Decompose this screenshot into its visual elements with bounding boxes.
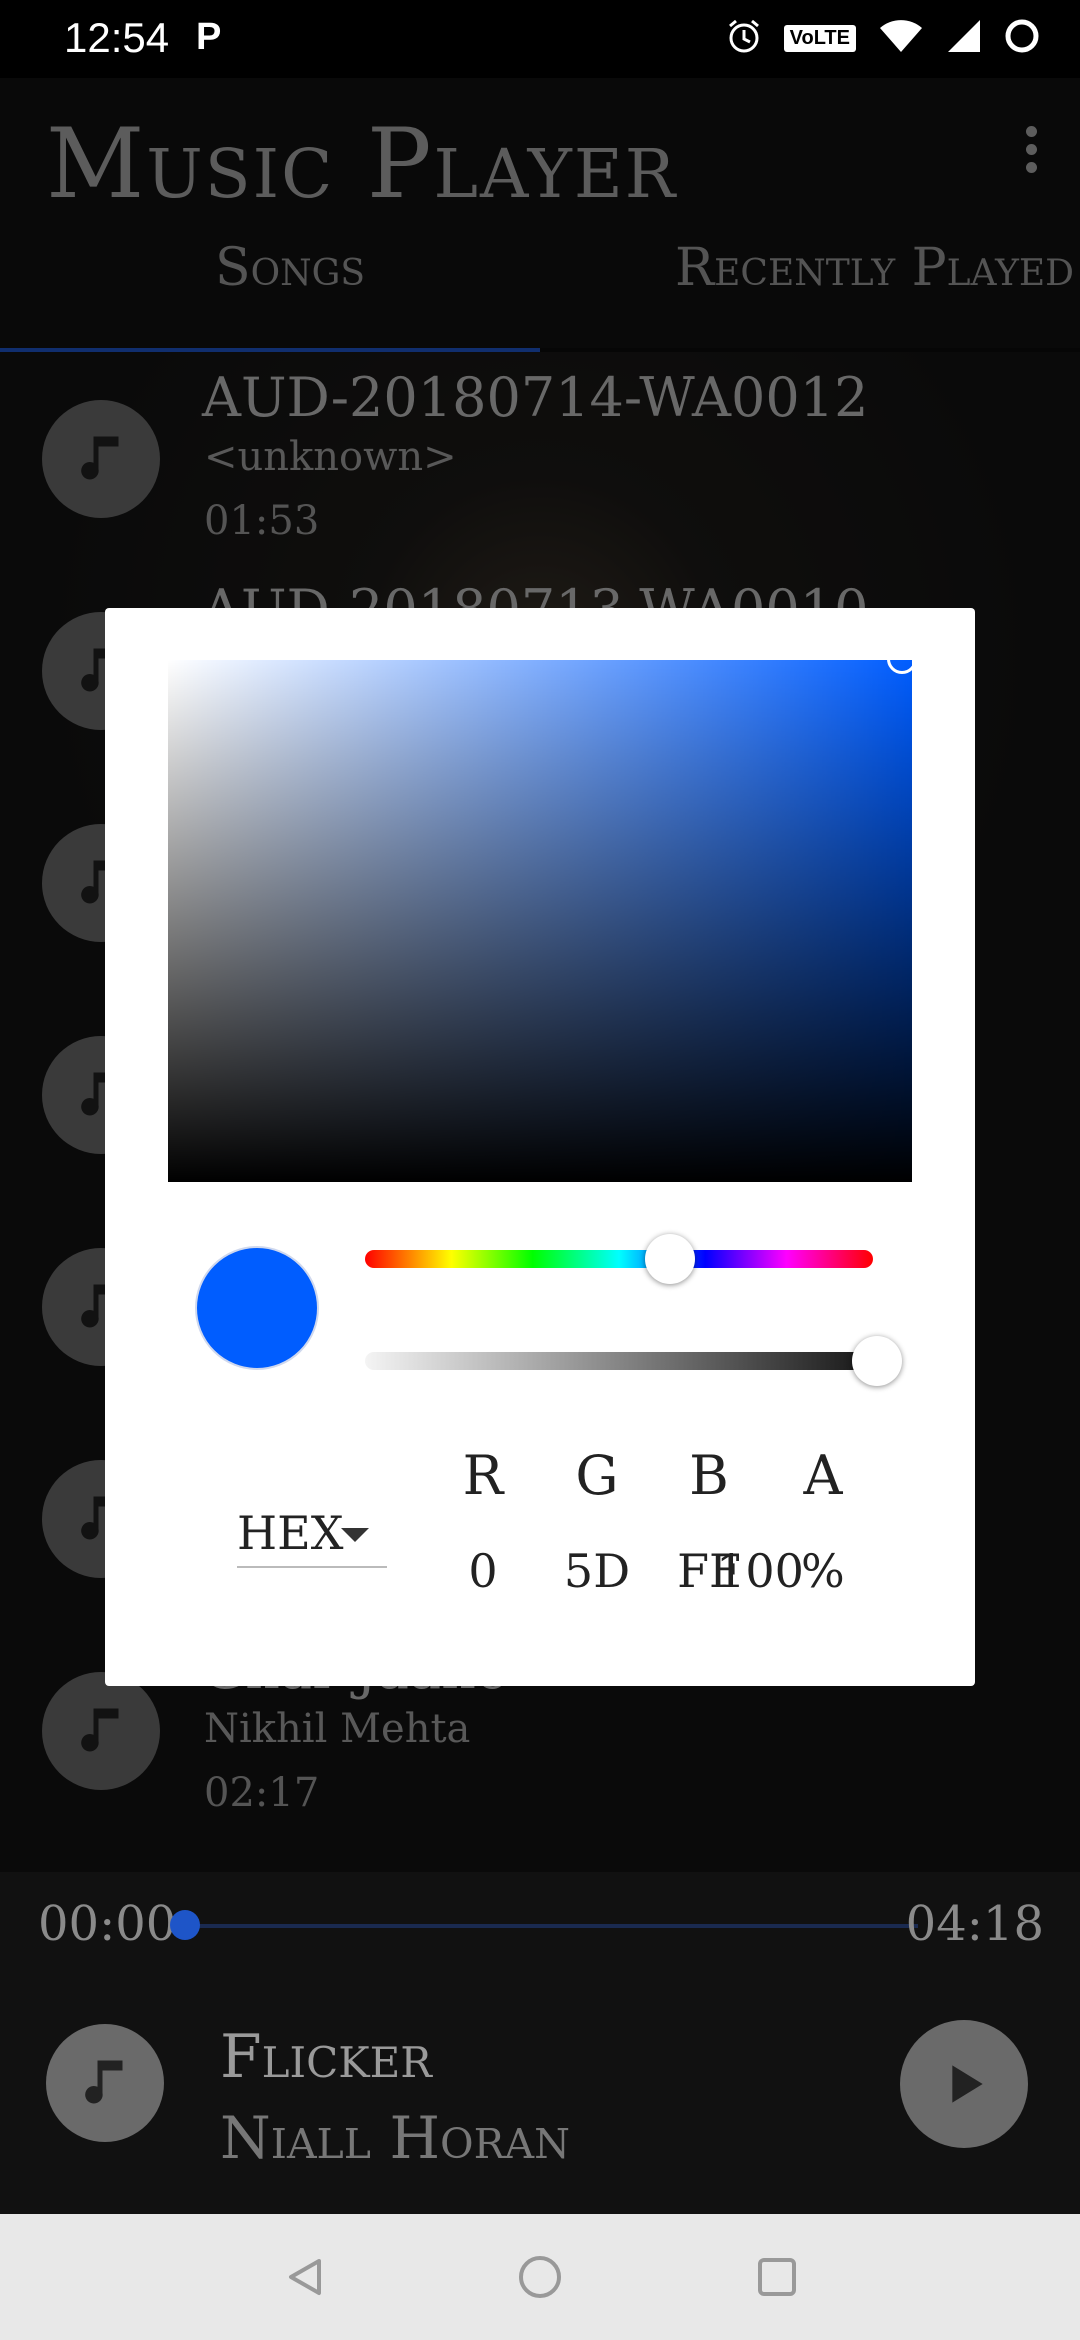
- channel-label-b: B: [689, 1444, 729, 1507]
- color-picker-dialog: HEX R G B A 0 5D FF 100 %: [105, 608, 975, 1686]
- recents-icon[interactable]: [752, 2252, 802, 2302]
- saturation-value-picker[interactable]: [168, 660, 912, 1182]
- alpha-slider[interactable]: [365, 1352, 885, 1370]
- channel-label-r: R: [462, 1444, 504, 1507]
- sv-thumb[interactable]: [887, 644, 917, 674]
- track-length: 04:18: [905, 1896, 1044, 1952]
- battery-icon: [1004, 18, 1040, 58]
- playback-position: 00:00: [38, 1896, 177, 1952]
- volte-icon: VoLTE: [783, 24, 856, 52]
- wifi-icon: [878, 18, 924, 58]
- hue-slider-thumb[interactable]: [644, 1234, 695, 1284]
- status-icons: VoLTE: [726, 18, 1040, 58]
- channel-value-r[interactable]: 0: [438, 1544, 528, 1598]
- alpha-slider-thumb[interactable]: [852, 1336, 902, 1386]
- alpha-unit: %: [801, 1544, 845, 1598]
- status-bar: 12:54 P VoLTE: [0, 0, 1080, 78]
- chevron-down-icon: [341, 1528, 369, 1542]
- system-nav-bar: [0, 2214, 1080, 2340]
- status-time: 12:54: [64, 14, 170, 61]
- home-icon[interactable]: [515, 2252, 565, 2302]
- seek-bar[interactable]: [184, 1924, 918, 1928]
- alarm-icon: [726, 18, 762, 58]
- channel-label-g: G: [575, 1444, 619, 1507]
- now-playing-title: Flicker: [220, 2022, 432, 2092]
- format-dropdown[interactable]: HEX: [237, 1506, 387, 1568]
- seek-thumb[interactable]: [170, 1910, 200, 1940]
- color-preview: [195, 1246, 319, 1370]
- now-playing-bar: 00:00 04:18 Flicker Niall Horan: [0, 1872, 1080, 2214]
- sv-black-layer: [168, 660, 912, 1182]
- channel-value-g[interactable]: 5D: [552, 1544, 642, 1598]
- back-icon[interactable]: [280, 2252, 330, 2302]
- hue-slider[interactable]: [365, 1250, 873, 1268]
- channel-value-a[interactable]: 100: [715, 1544, 805, 1598]
- now-playing-artist: Niall Horan: [220, 2104, 570, 2172]
- channel-label-a: A: [803, 1444, 843, 1507]
- signal-icon: [946, 18, 982, 58]
- notification-icon: P: [196, 16, 222, 58]
- music-note-icon: [46, 2024, 164, 2142]
- format-label: HEX: [237, 1506, 344, 1560]
- play-button[interactable]: [900, 2020, 1028, 2148]
- play-icon: [952, 2065, 983, 2103]
